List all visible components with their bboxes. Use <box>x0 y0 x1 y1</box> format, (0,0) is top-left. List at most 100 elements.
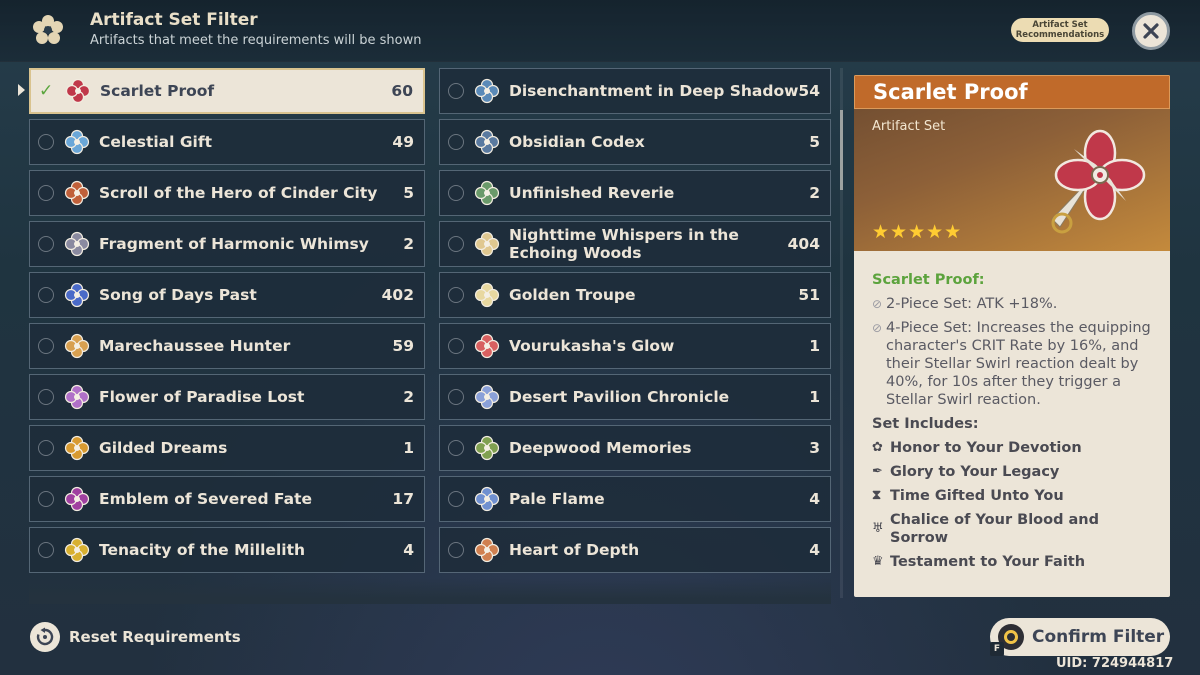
selection-arrow-icon <box>18 84 25 96</box>
artifact-set-count: 2 <box>809 184 820 202</box>
artifact-set-count: 2 <box>403 388 414 406</box>
artifact-set-item[interactable]: Deepwood Memories 3 <box>439 425 831 471</box>
artifact-set-count: 4 <box>809 490 820 508</box>
set-piece-name: Glory to Your Legacy <box>890 464 1060 480</box>
artifact-set-item[interactable]: Desert Pavilion Chronicle 1 <box>439 374 831 420</box>
unchecked-circle-icon <box>448 440 464 456</box>
artifact-set-count: 3 <box>809 439 820 457</box>
artifact-set-item[interactable]: Tenacity of the Millelith 4 <box>29 527 425 573</box>
artifact-set-name: Celestial Gift <box>99 133 213 151</box>
artifact-set-item[interactable]: Flower of Paradise Lost 2 <box>29 374 425 420</box>
set-piece-item: ♛ Testament to Your Faith <box>872 553 1162 571</box>
tenacity-icon <box>63 536 91 564</box>
top-bar: Artifact Set Filter Artifacts that meet … <box>0 0 1200 62</box>
emblem-fate-icon <box>63 485 91 513</box>
golden-troupe-icon <box>473 281 501 309</box>
artifact-set-item[interactable]: Fragment of Harmonic Whimsy 2 <box>29 221 425 267</box>
artifact-set-count: 51 <box>798 286 820 304</box>
artifact-detail-panel: Scarlet Proof Artifact Set ★★★★★ Scarlet… <box>854 75 1170 597</box>
artifact-set-item[interactable]: Celestial Gift 49 <box>29 119 425 165</box>
artifact-set-name: Scarlet Proof <box>100 82 215 100</box>
set-piece-item: ✿ Honor to Your Devotion <box>872 439 1162 457</box>
artifact-set-count: 5 <box>809 133 820 151</box>
set-piece-item: ♅ Chalice of Your Blood and Sorrow <box>872 511 1162 547</box>
artifact-set-item[interactable]: Heart of Depth 4 <box>439 527 831 573</box>
set-piece-name: Honor to Your Devotion <box>890 440 1082 456</box>
confirm-filter-button[interactable]: Confirm Filter <box>990 618 1170 656</box>
artifact-set-count: 2 <box>403 235 414 253</box>
recommendations-label-line1: Artifact Set <box>1032 20 1088 30</box>
artifact-set-item[interactable]: Obsidian Codex 5 <box>439 119 831 165</box>
bonus-inactive-icon: ⊘ <box>872 297 883 311</box>
set-piece-item: ✒ Glory to Your Legacy <box>872 463 1162 481</box>
artifact-set-name: Disenchantment in Deep Shadow <box>509 82 799 100</box>
detail-body: Scarlet Proof: ⊘ 2-Piece Set: ATK +18%. … <box>872 271 1162 571</box>
unchecked-circle-icon <box>448 542 464 558</box>
gilded-dreams-icon <box>63 434 91 462</box>
artifact-set-name: Tenacity of the Millelith <box>99 541 306 559</box>
artifact-set-name: Deepwood Memories <box>509 439 692 457</box>
artifact-flower-logo-icon <box>33 15 63 44</box>
artifact-set-name: Vourukasha's Glow <box>509 337 675 355</box>
scarlet-proof-icon <box>64 77 92 105</box>
artifact-set-item[interactable]: Vourukasha's Glow 1 <box>439 323 831 369</box>
set-includes-title: Set Includes: <box>872 416 979 432</box>
artifact-set-count: 59 <box>392 337 414 355</box>
rarity-stars: ★★★★★ <box>872 221 963 243</box>
artifact-set-item[interactable]: Disenchantment in Deep Shadow 54 <box>439 68 831 114</box>
artifact-set-count: 4 <box>403 541 414 559</box>
artifact-set-name: Marechaussee Hunter <box>99 337 291 355</box>
unchecked-circle-icon <box>38 491 54 507</box>
close-button[interactable] <box>1132 12 1170 50</box>
reset-requirements-button[interactable]: Reset Requirements <box>30 622 241 652</box>
unchecked-circle-icon <box>448 491 464 507</box>
artifact-set-item[interactable]: Marechaussee Hunter 59 <box>29 323 425 369</box>
unchecked-circle-icon <box>38 185 54 201</box>
artifact-set-item[interactable]: Nighttime Whispers in the Echoing Woods 4… <box>439 221 831 267</box>
detail-set-bonus-title: Scarlet Proof: <box>872 272 985 288</box>
artifact-set-item[interactable]: ✓ Scarlet Proof 60 <box>29 68 425 114</box>
unchecked-circle-icon <box>448 236 464 252</box>
detail-title-bar: Scarlet Proof <box>854 75 1170 109</box>
unchecked-circle-icon <box>448 287 464 303</box>
checkmark-icon: ✓ <box>39 81 54 101</box>
artifact-set-count: 49 <box>392 133 414 151</box>
vourukasha-icon <box>473 332 501 360</box>
circlet-icon: ♛ <box>872 554 884 569</box>
list-fade-overlay <box>29 578 831 604</box>
artifact-set-name: Emblem of Severed Fate <box>99 490 312 508</box>
artifact-set-item[interactable]: Gilded Dreams 1 <box>29 425 425 471</box>
artifact-set-count: 4 <box>809 541 820 559</box>
unchecked-circle-icon <box>38 287 54 303</box>
unchecked-circle-icon <box>38 389 54 405</box>
page-subtitle: Artifacts that meet the requirements wil… <box>90 33 422 48</box>
flower-icon: ✿ <box>872 440 883 455</box>
recommendations-button[interactable]: Artifact Set Recommendations <box>1011 18 1109 42</box>
two-piece-bonus: ⊘ 2-Piece Set: ATK +18%. <box>872 295 1162 313</box>
four-piece-bonus-text: 4-Piece Set: Increases the equipping cha… <box>886 320 1151 408</box>
artifact-set-name: Unfinished Reverie <box>509 184 675 202</box>
detail-header: Scarlet Proof Artifact Set ★★★★★ <box>854 75 1170 251</box>
unchecked-circle-icon <box>38 236 54 252</box>
desert-pavilion-icon <box>473 383 501 411</box>
artifact-set-item[interactable]: Scroll of the Hero of Cinder City 5 <box>29 170 425 216</box>
artifact-set-name: Fragment of Harmonic Whimsy <box>99 235 369 253</box>
set-pieces-list: ✿ Honor to Your Devotion ✒ Glory to Your Le… <box>872 439 1162 571</box>
artifact-set-item[interactable]: Emblem of Severed Fate 17 <box>29 476 425 522</box>
artifact-set-item[interactable]: Pale Flame 4 <box>439 476 831 522</box>
artifact-set-item[interactable]: Golden Troupe 51 <box>439 272 831 318</box>
unchecked-circle-icon <box>448 83 464 99</box>
two-piece-bonus-text: 2-Piece Set: ATK +18%. <box>886 296 1058 312</box>
artifact-set-item[interactable]: Song of Days Past 402 <box>29 272 425 318</box>
heart-depth-icon <box>473 536 501 564</box>
scrollbar-thumb[interactable] <box>840 110 843 190</box>
scarlet-proof-artwork-icon <box>1051 129 1146 234</box>
scroll-hero-icon <box>63 179 91 207</box>
unfinished-reverie-icon <box>473 179 501 207</box>
artifact-set-count: 402 <box>381 286 414 304</box>
four-piece-bonus: ⊘ 4-Piece Set: Increases the equipping c… <box>872 319 1162 409</box>
artifact-set-item[interactable]: Unfinished Reverie 2 <box>439 170 831 216</box>
marechaussee-icon <box>63 332 91 360</box>
artifact-set-name: Desert Pavilion Chronicle <box>509 388 730 406</box>
reset-requirements-label: Reset Requirements <box>69 628 241 646</box>
